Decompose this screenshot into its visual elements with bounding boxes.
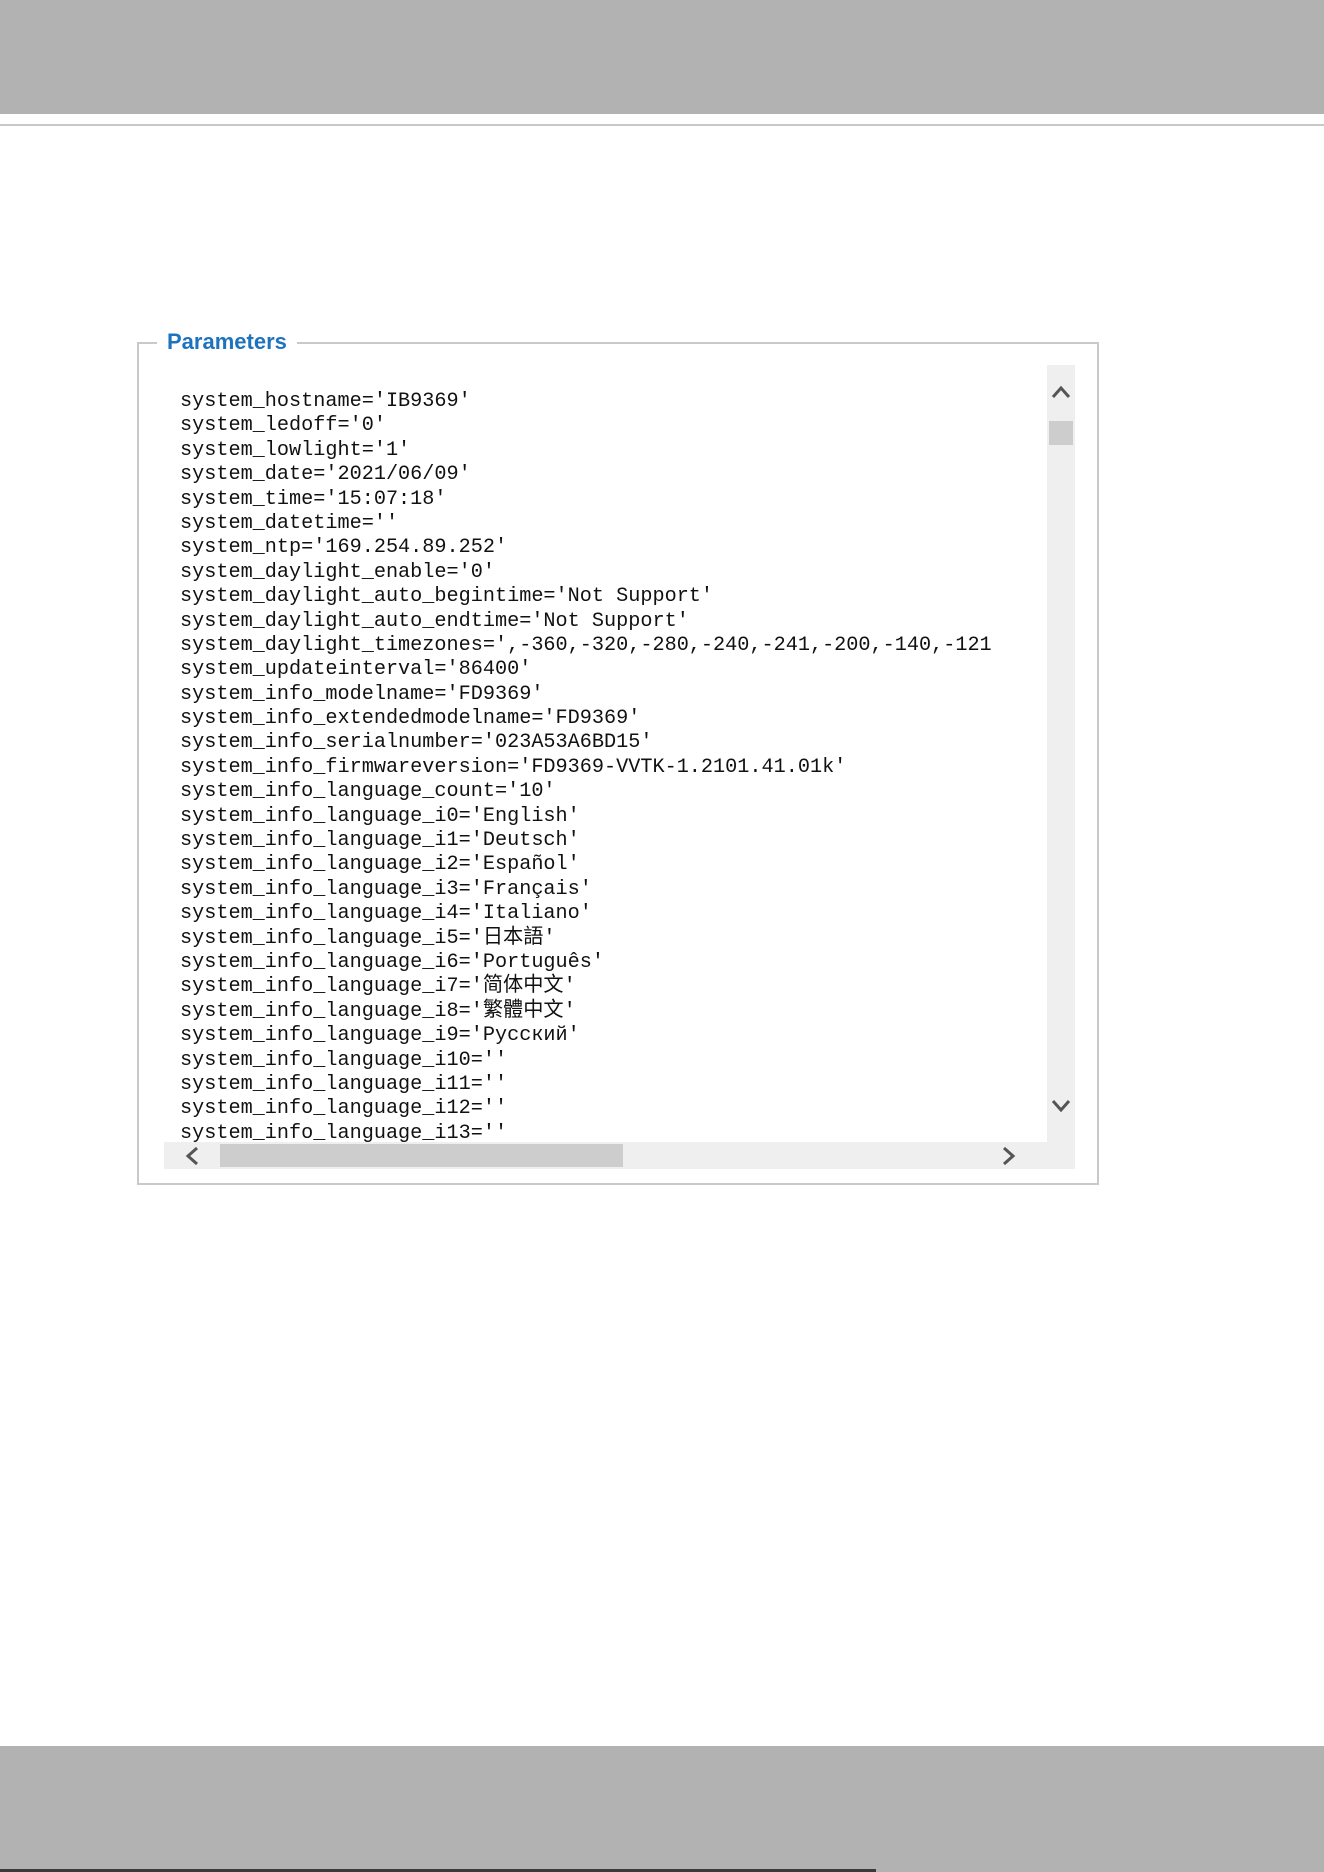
parameter-line: system_info_language_i2='Español' <box>180 853 580 877</box>
parameter-line: system_info_language_i8='繁體中文' <box>180 999 576 1023</box>
chevron-right-icon[interactable] <box>996 1142 1022 1169</box>
parameter-line: system_info_extendedmodelname='FD9369' <box>180 707 641 731</box>
parameter-line: system_info_language_i13='' <box>180 1121 508 1142</box>
parameters-panel: Parameters system_hostname='IB9369' syst… <box>137 328 1099 1185</box>
parameter-line: system_hostname='IB9369' <box>180 390 471 413</box>
parameter-line: system_datetime='' <box>180 511 399 535</box>
parameters-text-area[interactable]: system_hostname='IB9369' system_ledoff='… <box>164 365 1049 1142</box>
parameter-line: system_info_language_i11='' <box>180 1072 508 1096</box>
parameter-line: system_info_language_i12='' <box>180 1097 508 1121</box>
parameter-line: system_info_language_i0='English' <box>180 804 580 828</box>
parameter-line: system_daylight_enable='0' <box>180 560 495 584</box>
parameter-line: system_info_language_i9='Русский' <box>180 1024 580 1048</box>
parameter-line: system_ntp='169.254.89.252' <box>180 536 508 560</box>
parameter-line: system_ledoff='0' <box>180 414 386 438</box>
parameter-line: system_info_language_i1='Deutsch' <box>180 829 580 853</box>
parameter-line: system_info_modelname='FD9369' <box>180 682 544 706</box>
chevron-left-icon[interactable] <box>179 1142 205 1169</box>
parameter-line: system_info_language_i6='Português' <box>180 950 605 974</box>
header-band <box>0 0 1324 114</box>
vertical-scrollbar[interactable] <box>1047 365 1075 1169</box>
footer-band <box>0 1746 1324 1872</box>
parameter-line: system_info_language_i5='日本語' <box>180 926 556 950</box>
parameter-line: system_daylight_auto_begintime='Not Supp… <box>180 585 714 609</box>
parameter-line: system_time='15:07:18' <box>180 487 447 511</box>
vertical-scroll-thumb[interactable] <box>1049 421 1073 445</box>
parameter-line: system_info_serialnumber='023A53A6BD15' <box>180 731 653 755</box>
chevron-down-icon[interactable] <box>1047 1093 1075 1119</box>
parameter-line: system_info_language_i4='Italiano' <box>180 902 592 926</box>
parameter-line: system_info_language_i7='简体中文' <box>180 975 576 999</box>
parameter-line: system_daylight_auto_endtime='Not Suppor… <box>180 609 689 633</box>
parameter-line: system_daylight_timezones=',-360,-320,-2… <box>180 633 992 657</box>
horizontal-scroll-thumb[interactable] <box>220 1144 623 1167</box>
parameter-line: system_info_language_i10='' <box>180 1048 508 1072</box>
parameter-line: system_date='2021/06/09' <box>180 463 471 487</box>
parameter-line: system_info_firmwareversion='FD9369-VVTK… <box>180 755 847 779</box>
parameters-legend: Parameters <box>157 328 297 356</box>
parameter-line: system_info_language_count='10' <box>180 780 556 804</box>
header-rule <box>0 124 1324 126</box>
horizontal-scrollbar[interactable] <box>164 1142 1047 1169</box>
parameter-line: system_lowlight='1' <box>180 438 411 462</box>
parameter-list: system_hostname='IB9369' system_ledoff='… <box>180 390 992 1142</box>
chevron-up-icon[interactable] <box>1047 379 1075 405</box>
parameter-line: system_info_language_i3='Français' <box>180 877 592 901</box>
parameter-line: system_updateinterval='86400' <box>180 658 532 682</box>
